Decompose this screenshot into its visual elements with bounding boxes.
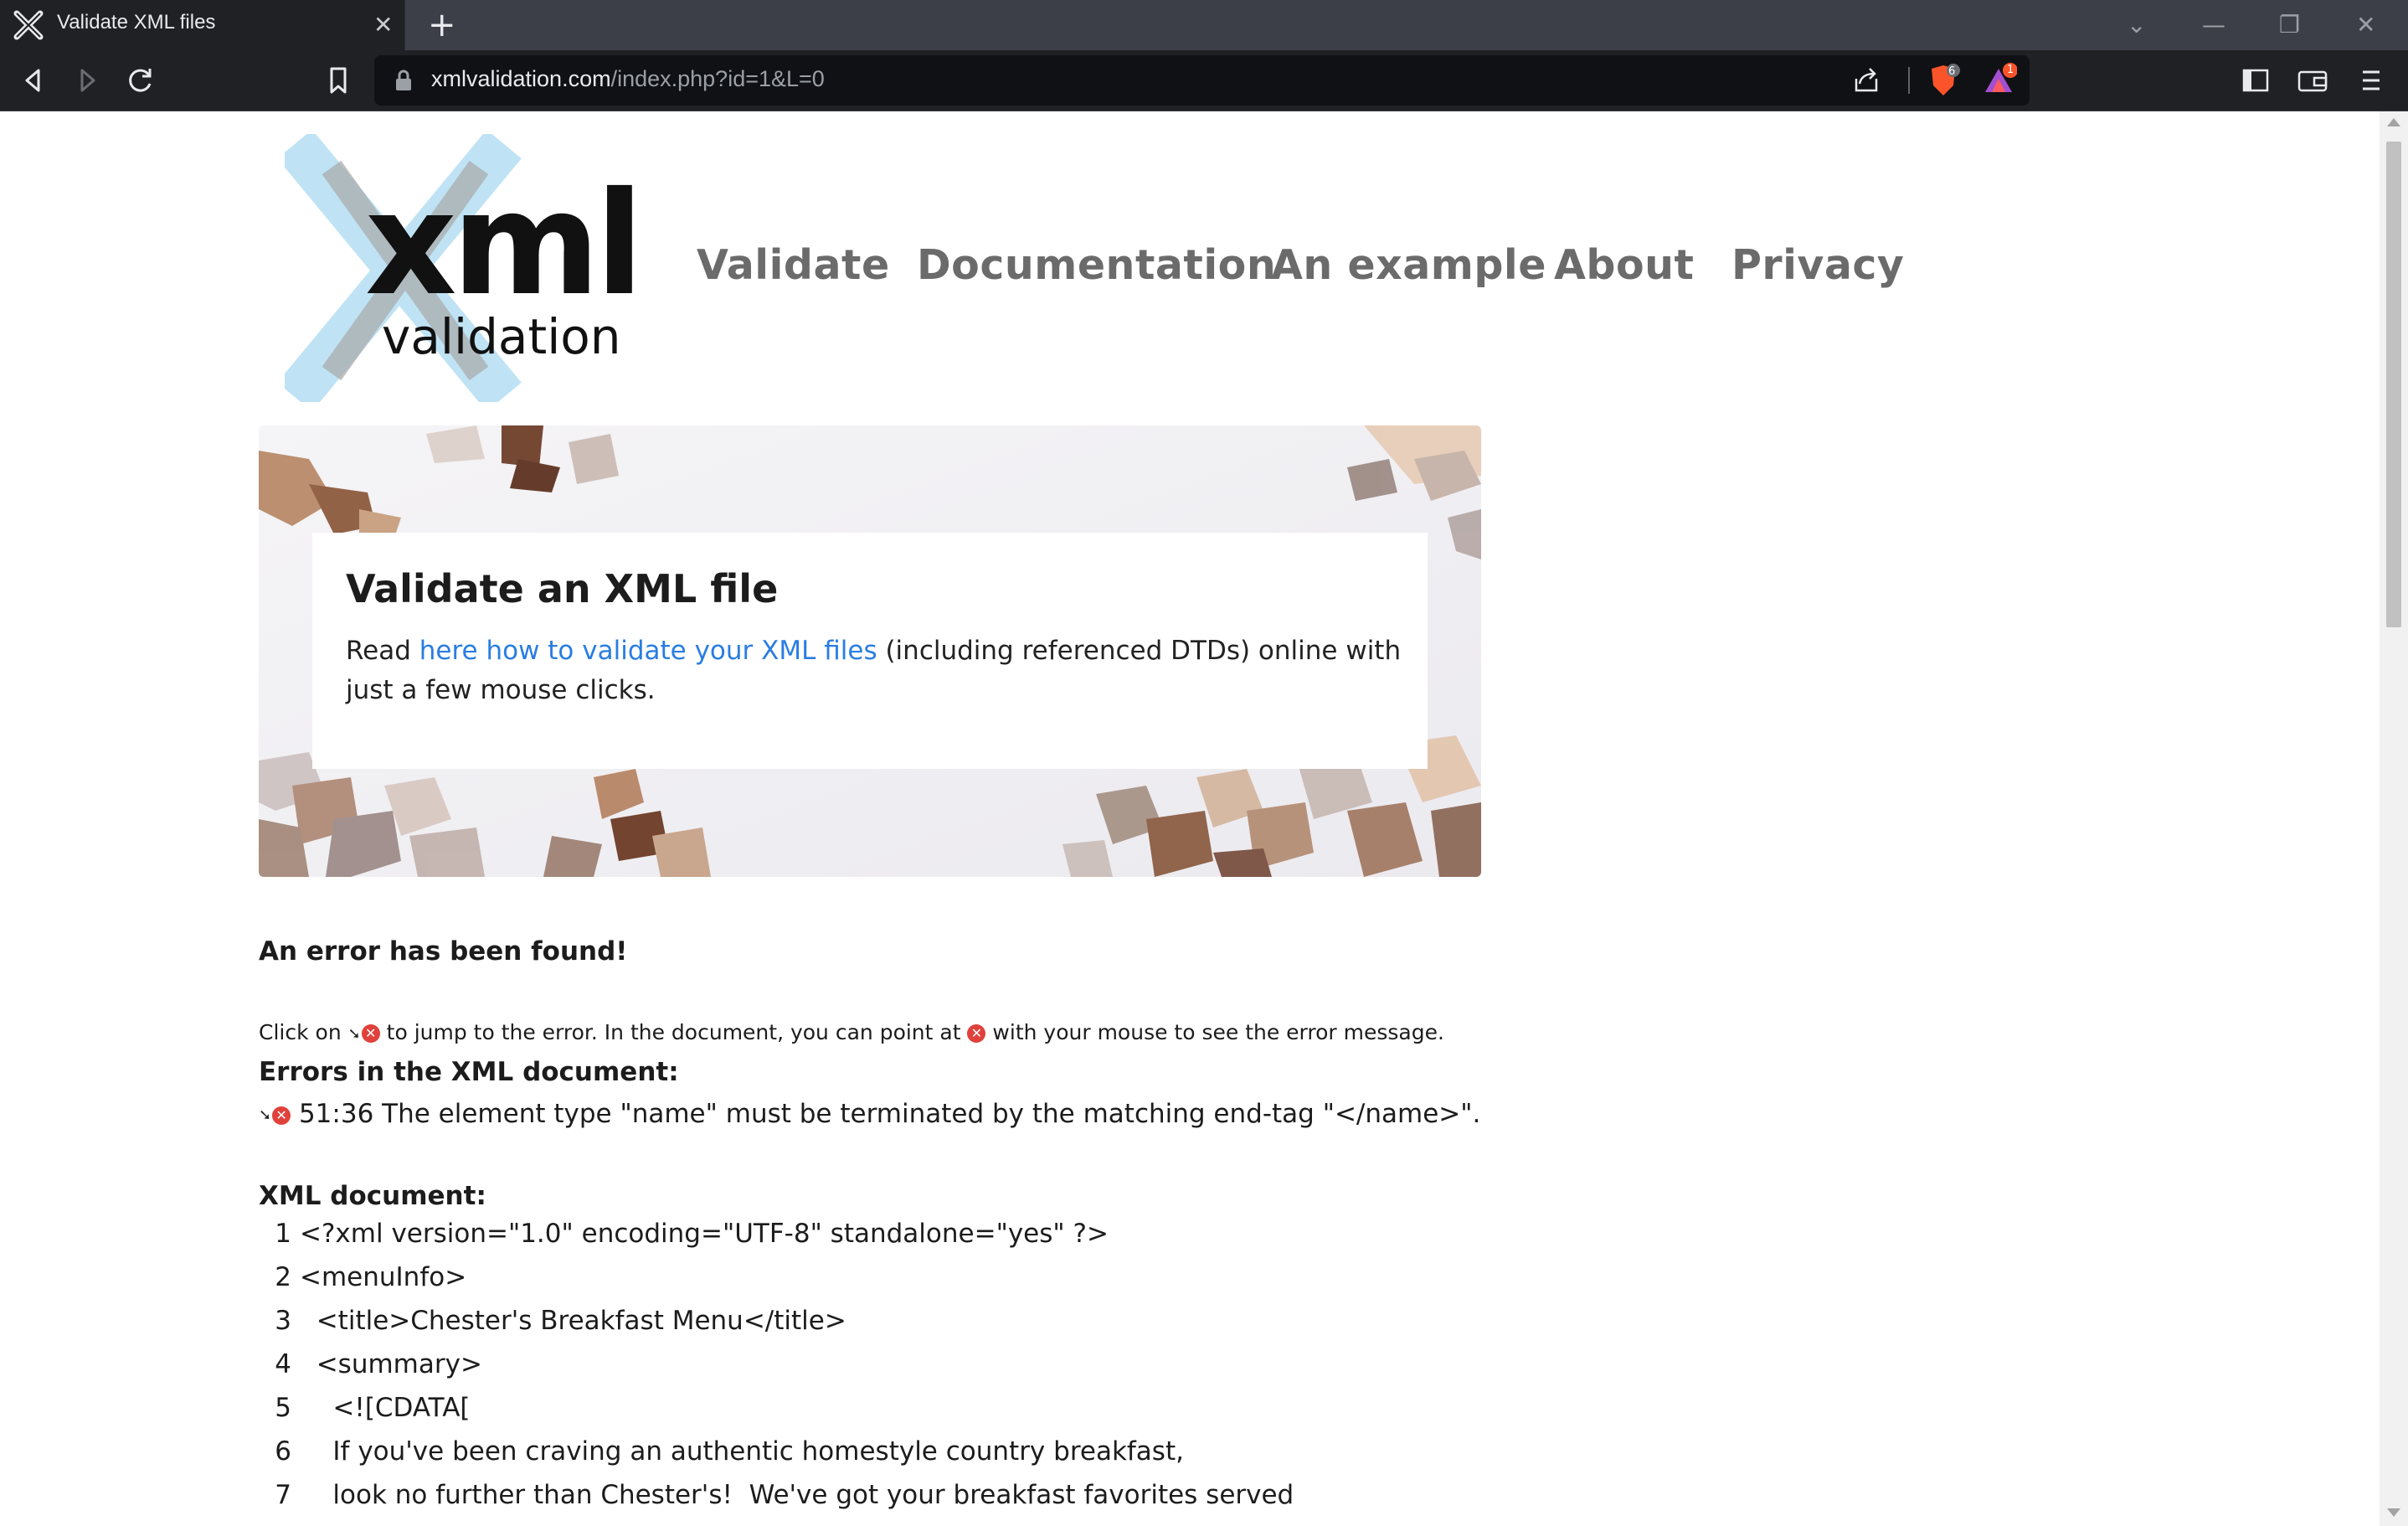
error-icon: ✕ xyxy=(361,1024,380,1043)
code-line: 4 <summary> xyxy=(275,1349,482,1379)
svg-text:xml: xml xyxy=(365,162,636,327)
menu-icon[interactable] xyxy=(2353,62,2390,99)
minimize-icon[interactable]: — xyxy=(2202,8,2225,42)
document-heading: XML document: xyxy=(259,1181,486,1211)
rewards-count: 1 xyxy=(2007,64,2014,76)
hero-text: Read here how to validate your XML files… xyxy=(346,636,1402,705)
scroll-up-icon[interactable] xyxy=(2387,118,2400,126)
code-line: 6 If you've been craving an authentic ho… xyxy=(275,1436,1184,1467)
restore-icon[interactable]: ❐ xyxy=(2279,8,2300,42)
share-icon[interactable] xyxy=(1848,62,1885,99)
wallet-icon[interactable] xyxy=(2294,62,2331,99)
svg-text:validation: validation xyxy=(382,308,621,365)
reload-icon[interactable] xyxy=(122,62,159,99)
shields-count: 6 xyxy=(1948,65,1956,78)
jump-arrow-icon: ➘ xyxy=(347,1024,361,1043)
xml-validation-logo-icon: xml validation xyxy=(277,129,644,412)
result-heading: An error has been found! xyxy=(259,936,628,967)
nav-documentation[interactable]: Documentation xyxy=(917,241,1276,289)
page-scrollbar[interactable] xyxy=(2380,111,2408,1526)
tab-strip: Validate XML files ✕ + ⌄ — ❐ ✕ xyxy=(0,0,2408,50)
tab-title: Validate XML files xyxy=(57,11,216,34)
xml-favicon-icon xyxy=(13,10,44,40)
brave-shields-icon[interactable] xyxy=(1925,62,1962,99)
error-icon: ✕ xyxy=(967,1024,986,1043)
forward-icon[interactable] xyxy=(69,62,105,99)
code-line: 7 look no further than Chester's! We've … xyxy=(275,1480,1294,1510)
scrollbar-thumb[interactable] xyxy=(2386,142,2401,627)
errors-heading: Errors in the XML document: xyxy=(259,1057,679,1087)
lock-icon xyxy=(396,70,411,90)
toolbar-divider xyxy=(1908,67,1910,94)
window-close-icon[interactable]: ✕ xyxy=(2356,8,2375,42)
nav-privacy[interactable]: Privacy xyxy=(1731,241,1904,289)
back-icon[interactable] xyxy=(15,62,52,99)
error-message: The element type "name" must be terminat… xyxy=(382,1099,1481,1129)
error-hint: Click on ➘ ✕ to jump to the error. In the… xyxy=(259,1020,1444,1044)
code-line: 3 <title>Chester's Breakfast Menu</title… xyxy=(275,1306,846,1336)
new-tab-icon[interactable]: + xyxy=(428,7,456,44)
error-location: 51:36 xyxy=(298,1099,374,1129)
hero-card: Validate an XML file Read here how to va… xyxy=(312,533,1428,769)
hero-howto-link[interactable]: here how to validate your XML files xyxy=(419,636,877,666)
tab-close-icon[interactable]: ✕ xyxy=(373,10,393,40)
nav-an-example[interactable]: An example xyxy=(1271,241,1546,289)
site-logo[interactable]: xml validation xyxy=(277,129,644,412)
tab-search-chevron-icon[interactable]: ⌄ xyxy=(2127,8,2146,42)
nav-validate[interactable]: Validate xyxy=(697,241,890,289)
nav-about[interactable]: About xyxy=(1554,241,1694,289)
active-tab[interactable]: Validate XML files ✕ xyxy=(0,0,405,50)
browser-toolbar: xmlvalidation.com/index.php?id=1&L=0 6 1 xyxy=(0,50,2408,111)
code-line: 2 <menuInfo> xyxy=(275,1262,467,1292)
scroll-down-icon[interactable] xyxy=(2387,1508,2400,1517)
code-line: 5 <![CDATA[ xyxy=(275,1393,471,1423)
hero-banner: Validate an XML file Read here how to va… xyxy=(259,425,1481,877)
sidebar-toggle-icon[interactable] xyxy=(2237,62,2274,99)
jump-to-error-button[interactable]: ➘ ✕ xyxy=(259,1099,291,1129)
address-bar[interactable]: xmlvalidation.com/index.php?id=1&L=0 6 1 xyxy=(374,55,2030,106)
code-line: 1 <?xml version="1.0" encoding="UTF-8" st… xyxy=(275,1219,1109,1249)
error-icon: ✕ xyxy=(272,1106,291,1125)
bookmark-icon[interactable] xyxy=(320,62,357,99)
hero-title: Validate an XML file xyxy=(346,566,779,611)
url-text: xmlvalidation.com/index.php?id=1&L=0 xyxy=(431,66,825,91)
error-entry: ➘ ✕ 51:36 The element type "name" must be… xyxy=(259,1099,1480,1129)
